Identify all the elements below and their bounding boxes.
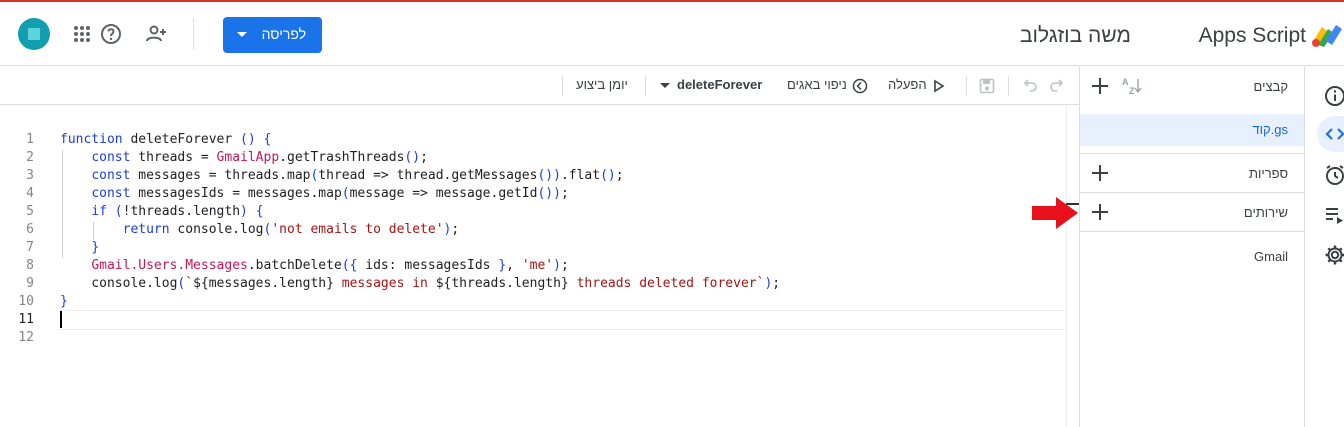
- toolbar-divider: [645, 76, 646, 96]
- line-number: 12: [18, 330, 34, 345]
- line-number: 11: [18, 312, 34, 327]
- deploy-button[interactable]: לפריסה: [223, 17, 322, 53]
- debug-button[interactable]: ניפוי באגים: [787, 77, 847, 92]
- undo-icon[interactable]: [1021, 77, 1039, 95]
- section-divider: [1080, 192, 1304, 193]
- apps-grid-icon[interactable]: [70, 22, 94, 46]
- add-person-icon[interactable]: [144, 22, 168, 46]
- files-panel: קבצים AZ קוד.gs ספריות שירותים Gmail: [1079, 67, 1305, 427]
- executions-list-icon[interactable]: [1323, 203, 1344, 227]
- line-number: 6: [26, 222, 34, 237]
- svg-text:Z: Z: [1129, 86, 1135, 96]
- line-number: 9: [26, 276, 34, 291]
- code-line: const threads = GmailApp.getTrashThreads…: [91, 150, 428, 165]
- line-number: 3: [26, 168, 34, 183]
- code-icon[interactable]: [1323, 122, 1344, 146]
- chevron-down-icon[interactable]: [660, 83, 670, 88]
- code-line: const messages = threads.map(thread => t…: [91, 168, 624, 183]
- libraries-section-title: ספריות: [1248, 166, 1288, 181]
- side-rail: [1305, 67, 1344, 427]
- code-line: const messagesIds = messages.map(message…: [91, 186, 569, 201]
- project-title[interactable]: משה בוזגלוב: [1020, 24, 1131, 48]
- section-divider: [1080, 231, 1304, 232]
- line-number: 1: [26, 132, 34, 147]
- file-name: קוד.gs: [1252, 122, 1288, 137]
- toolbar-divider: [966, 76, 967, 96]
- add-file-icon[interactable]: [1090, 76, 1110, 96]
- svg-text:A: A: [1122, 77, 1129, 87]
- app-name: Apps Script: [1198, 24, 1306, 47]
- apps-script-logo-icon: [1310, 19, 1344, 49]
- editor-toolbar: הפעלה ניפוי באגים deleteForever יומן ביצ…: [0, 67, 1079, 105]
- run-icon[interactable]: [930, 77, 948, 95]
- code-line: function deleteForever () {: [60, 132, 272, 147]
- add-library-icon[interactable]: [1090, 163, 1110, 183]
- header-divider: [193, 18, 194, 50]
- code-editor[interactable]: 1 2 3 4 5 6 7 8 9 10 11 12 function dele…: [0, 106, 1079, 427]
- code-line: if (!threads.length) {: [91, 204, 264, 219]
- redo-icon[interactable]: [1048, 77, 1066, 95]
- toolbar-divider: [1008, 76, 1009, 96]
- triggers-clock-icon[interactable]: [1323, 163, 1344, 187]
- line-number: 7: [26, 240, 34, 255]
- run-button[interactable]: הפעלה: [888, 77, 927, 92]
- settings-gear-icon[interactable]: [1323, 243, 1344, 267]
- text-cursor: [60, 311, 62, 328]
- app-header: Apps Script משה בוזגלוב לפריסה: [0, 2, 1344, 66]
- function-selector[interactable]: deleteForever: [677, 77, 762, 92]
- add-service-icon[interactable]: [1090, 202, 1110, 222]
- info-icon[interactable]: [1323, 84, 1344, 108]
- service-item-gmail[interactable]: Gmail: [1254, 249, 1288, 264]
- avatar[interactable]: [18, 18, 50, 50]
- line-number: 8: [26, 258, 34, 273]
- files-section-title: קבצים: [1253, 79, 1288, 94]
- chevron-down-icon: [237, 32, 247, 37]
- line-number: 2: [26, 150, 34, 165]
- services-section-title: שירותים: [1243, 205, 1288, 220]
- debug-icon[interactable]: [851, 77, 869, 95]
- section-divider: [1080, 153, 1304, 154]
- line-number: 4: [26, 186, 34, 201]
- execution-log-button[interactable]: יומן ביצוע: [576, 77, 628, 92]
- help-icon[interactable]: [99, 22, 123, 46]
- code-line: console.log(`${messages.length} messages…: [60, 276, 781, 291]
- save-icon[interactable]: [978, 77, 996, 95]
- code-line: }: [60, 294, 68, 309]
- toolbar-divider: [562, 76, 563, 96]
- line-number: 5: [26, 204, 34, 219]
- red-arrow-annotation-icon: [1030, 196, 1080, 230]
- editor-scrollbar[interactable]: [1066, 106, 1080, 427]
- code-line: return console.log('not emails to delete…: [122, 222, 460, 237]
- current-line-highlight: [60, 310, 1066, 330]
- file-item-code-gs[interactable]: קוד.gs: [1080, 114, 1304, 146]
- sort-az-icon[interactable]: AZ: [1121, 76, 1143, 96]
- code-line: }: [91, 240, 100, 255]
- deploy-button-label: לפריסה: [261, 26, 306, 42]
- line-number: 10: [18, 294, 34, 309]
- code-line: Gmail.Users.Messages.batchDelete({ ids: …: [91, 258, 569, 273]
